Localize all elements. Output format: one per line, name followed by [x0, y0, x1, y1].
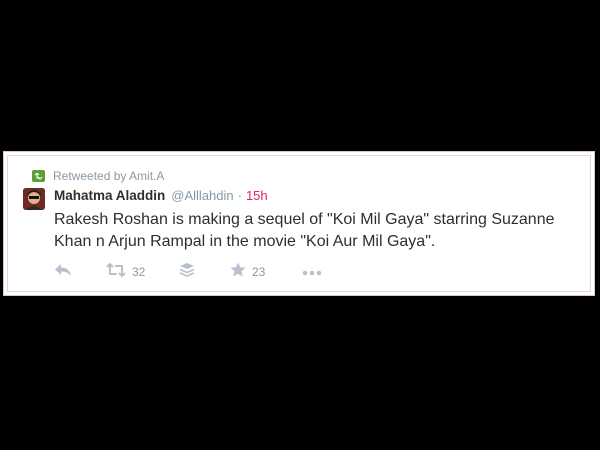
- tweet-card[interactable]: Retweeted by Amit.A Mahatma Aladdin @All…: [3, 151, 595, 296]
- reply-icon: [54, 263, 72, 282]
- retweet-count: 32: [132, 265, 146, 279]
- favorite-count: 23: [252, 265, 266, 279]
- retweeted-by-label[interactable]: Retweeted by Amit.A: [53, 169, 164, 183]
- favorite-button[interactable]: 23: [230, 262, 266, 282]
- more-dots-icon: [302, 263, 322, 281]
- buffer-button[interactable]: [179, 262, 195, 282]
- star-icon: [230, 262, 246, 282]
- retweet-icon: [106, 262, 126, 282]
- retweet-button[interactable]: 32: [106, 262, 146, 282]
- buffer-stack-icon: [179, 262, 195, 282]
- separator-dot: ·: [237, 188, 242, 203]
- tweet-header: Mahatma Aladdin @Alllahdin · 15h: [54, 188, 268, 203]
- tweet-text: Rakesh Roshan is making a sequel of "Koi…: [54, 211, 555, 250]
- author-name[interactable]: Mahatma Aladdin: [54, 188, 165, 203]
- tweet-timestamp[interactable]: 15h: [246, 188, 268, 203]
- reply-button[interactable]: [54, 263, 72, 282]
- avatar[interactable]: [23, 188, 45, 210]
- more-button[interactable]: [302, 264, 322, 280]
- author-handle[interactable]: @Alllahdin: [171, 188, 233, 203]
- retweeted-by-row: Retweeted by Amit.A: [32, 168, 164, 184]
- retweet-icon: [32, 170, 45, 182]
